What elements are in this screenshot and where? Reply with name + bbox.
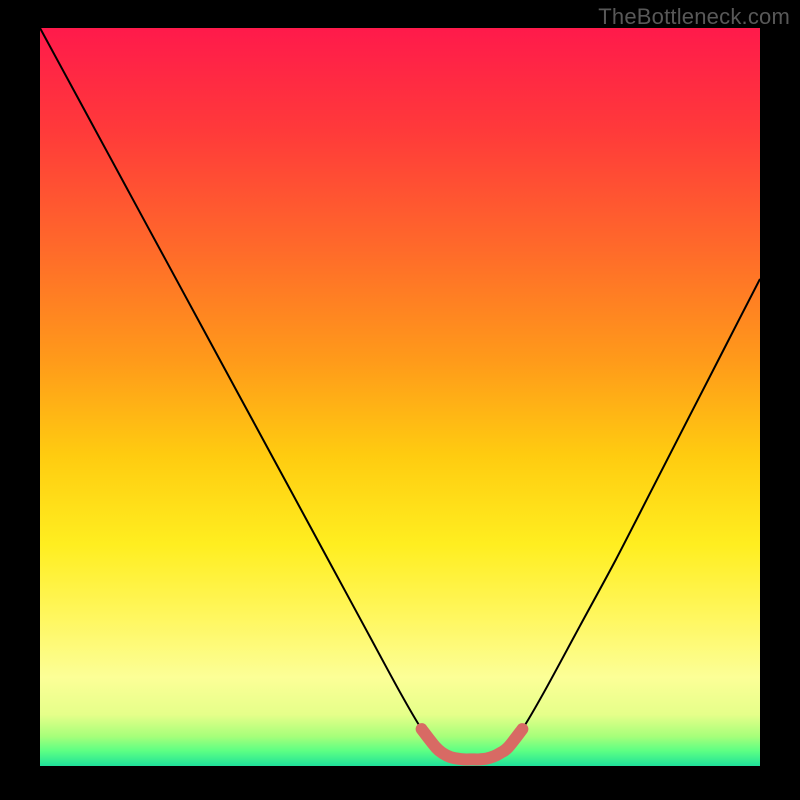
chart-frame: TheBottleneck.com: [0, 0, 800, 800]
gradient-background: [40, 28, 760, 766]
plot-svg: [40, 28, 760, 766]
watermark-text: TheBottleneck.com: [598, 4, 790, 30]
plot-area: [40, 28, 760, 766]
